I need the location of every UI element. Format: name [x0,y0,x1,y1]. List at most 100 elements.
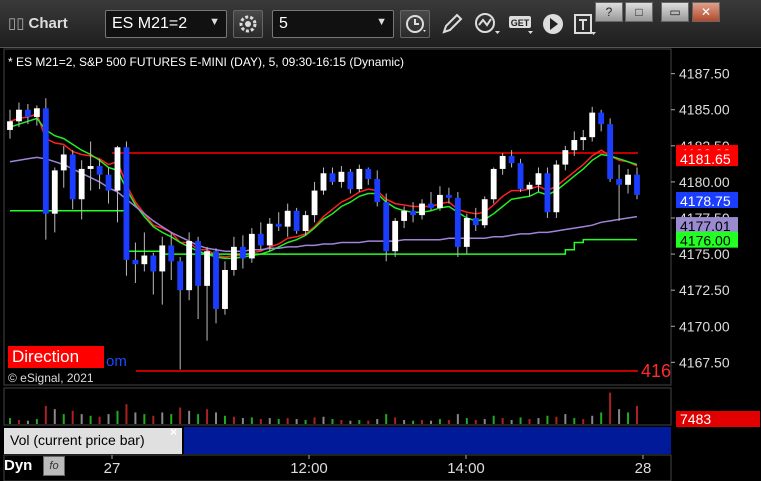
candle-body [535,173,542,185]
clock-button[interactable] [400,10,430,38]
candle-body [33,108,40,117]
candle-body [481,199,488,226]
interval-combo[interactable]: 5 ▼ [272,10,394,38]
candle-body [266,223,273,246]
candle-body [87,166,94,169]
y-tick-label: 4167.50 [679,354,730,370]
chevron-down-icon[interactable]: ▼ [209,16,220,28]
candle-body [347,171,354,190]
studies-icon [475,13,500,34]
candle-body [186,241,193,291]
candle-body [544,173,551,213]
candle-body [437,194,443,208]
play-icon [543,14,563,34]
candle-body [69,154,76,200]
price-chart[interactable]: 4187.504185.004182.504180.004177.504175.… [0,48,761,481]
right-cut-label: 416 [641,361,671,381]
candle-body [616,179,622,185]
symbol-value: ES M21=2 [112,15,188,32]
chevron-down-icon[interactable]: ▼ [376,16,387,28]
candle-body [96,166,103,175]
candle-body [472,218,479,226]
candle-body [454,197,461,247]
help-button[interactable]: ? [595,2,623,22]
candle-body [589,112,596,138]
y-tick-label: 4172.50 [679,282,730,298]
candle-body [78,168,85,200]
candle-body [383,202,390,252]
candle-body [177,261,184,291]
candle-body [248,233,255,259]
candle-body [213,251,219,309]
candle-body [356,168,363,190]
candle-body [257,233,264,246]
get-icon: GET [509,16,533,34]
candle-body [123,147,130,260]
play-button[interactable] [538,10,568,38]
candle-body [195,241,202,286]
symbol-combo[interactable]: ES M21=2 ▼ [105,10,227,38]
direction-tail: om [106,353,127,370]
close-icon: ✕ [700,5,712,19]
x-tick-label: 28 [635,460,652,477]
candle-body [490,168,497,200]
clock-icon [406,15,426,33]
pencil-icon [442,13,463,34]
candle-body [60,154,67,171]
candle-body [275,223,282,227]
restore-icon: □ [635,5,643,19]
draw-button[interactable] [437,10,467,38]
dynamic-icon[interactable]: fo [43,456,65,476]
candle-body [517,163,524,190]
candle-body [410,210,416,216]
close-button[interactable]: ✕ [692,2,720,22]
x-tick-label: 14:00 [447,460,485,477]
candle-body [329,173,336,182]
restore-button[interactable]: □ [625,2,653,22]
volume-badge-label: 7483 [680,411,711,427]
candle-body [293,210,300,231]
candle-body [141,255,148,265]
candle-body [284,210,291,227]
candle-body [625,174,631,185]
candle-body [562,150,569,165]
candle-body [607,124,614,180]
candle-body [419,203,425,216]
candle-body [159,245,166,272]
candle-body [114,147,121,191]
candle-body [338,171,345,182]
candle-body [168,245,175,262]
candle-body [16,109,22,122]
candle-body [445,194,452,198]
candle-body [311,190,318,216]
toolbar: ▯▯ Chart ES M21=2 ▼ 5 ▼ GET ? □ ▭ ✕ [0,0,761,48]
settings-button[interactable] [233,10,263,38]
price-badge-label: 4178.75 [680,193,731,209]
help-icon: ? [605,5,613,19]
get-button[interactable]: GET [505,10,535,38]
direction-label: Direction [8,346,104,368]
candle-body [463,218,470,247]
candle-body [580,137,587,141]
y-tick-label: 4180.00 [679,174,730,190]
copyright: © eSignal, 2021 [8,371,94,385]
maximize-button[interactable]: ▭ [661,2,689,22]
close-icon[interactable]: × [170,425,177,439]
maximize-icon: ▭ [669,5,681,19]
y-tick-label: 4170.00 [679,318,730,334]
candle-body [401,210,408,221]
gear-icon [239,15,257,33]
dynamic-label: Dyn [4,457,33,474]
candle-body [25,109,31,117]
chart-info: * ES M21=2, S&P 500 FUTURES E-MINI (DAY)… [8,55,405,69]
volume-label[interactable]: Vol (current price bar) [4,428,182,454]
candle-body [320,173,327,191]
get-label: GET [511,18,530,28]
candle-body [231,246,237,270]
studies-button[interactable] [471,10,501,38]
candle-body [499,155,506,169]
candle-body [365,168,372,180]
candle-body [150,255,157,272]
candle-body [132,259,139,265]
chart-title: ▯▯ Chart [8,14,68,32]
